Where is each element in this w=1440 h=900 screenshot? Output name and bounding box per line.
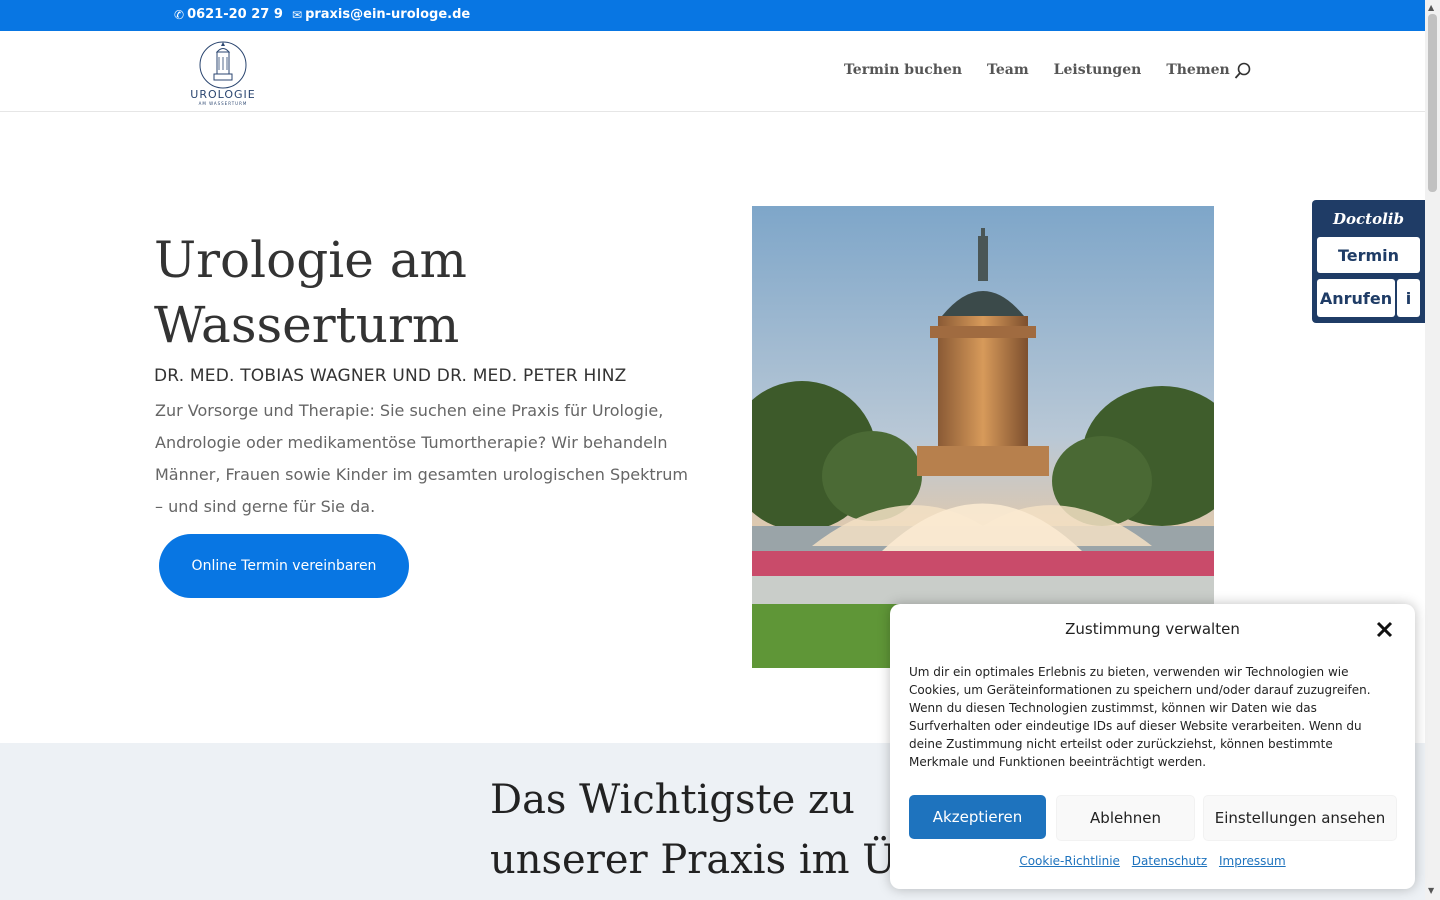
cookie-links: Cookie-Richtlinie Datenschutz Impressum: [890, 854, 1415, 868]
doctolib-info-button[interactable]: i: [1397, 279, 1420, 317]
deny-button[interactable]: Ablehnen: [1056, 795, 1195, 841]
doctolib-widget: Doctolib Termin Anrufen i: [1312, 200, 1425, 323]
site-logo[interactable]: UROLOGIE AM WASSERTURM: [188, 40, 258, 106]
water-tower-logo-icon: [199, 41, 247, 89]
accept-button[interactable]: Akzeptieren: [909, 795, 1046, 839]
section-title: Das Wichtigste zu unserer Praxis im Ü: [490, 777, 896, 883]
logo-text: UROLOGIE: [190, 88, 256, 101]
cookie-consent-dialog: Zustimmung verwalten Um dir ein optimale…: [890, 604, 1415, 889]
nav-team[interactable]: Team: [987, 62, 1029, 78]
cookie-policy-link[interactable]: Cookie-Richtlinie: [1019, 854, 1120, 868]
phone-number: 0621-20 27 9: [187, 7, 283, 22]
page-scrollbar[interactable]: ▲ ▼: [1425, 0, 1440, 900]
email-address: praxis@ein-urologe.de: [305, 7, 471, 22]
cookie-title: Zustimmung verwalten: [1065, 620, 1240, 638]
hero-title: Urologie am Wasserturm: [154, 231, 467, 354]
scroll-up-arrow-icon[interactable]: ▲: [1428, 3, 1434, 12]
site-header: UROLOGIE AM WASSERTURM Termin buchen Tea…: [0, 31, 1425, 112]
cookie-text: Um dir ein optimales Erlebnis zu bieten,…: [909, 665, 1371, 769]
water-tower-photo: [752, 206, 1214, 668]
doctolib-call-button[interactable]: Anrufen: [1317, 279, 1395, 317]
privacy-link[interactable]: Datenschutz: [1132, 854, 1207, 868]
imprint-link[interactable]: Impressum: [1219, 854, 1286, 868]
logo-subtext: AM WASSERTURM: [198, 101, 248, 106]
email-link[interactable]: ✉ praxis@ein-urologe.de: [292, 7, 470, 22]
mail-icon: ✉: [292, 7, 303, 22]
view-preferences-button[interactable]: Einstellungen ansehen: [1203, 795, 1397, 841]
close-icon[interactable]: [1376, 621, 1393, 638]
top-bar: ✆ 0621-20 27 9 ✉ praxis@ein-urologe.de: [0, 0, 1425, 31]
hero-subtitle: DR. MED. TOBIAS WAGNER UND DR. MED. PETE…: [154, 366, 627, 386]
scroll-thumb[interactable]: [1428, 14, 1437, 192]
scroll-down-arrow-icon[interactable]: ▼: [1428, 886, 1434, 895]
nav-termin-buchen[interactable]: Termin buchen: [844, 62, 962, 78]
phone-icon: ✆: [174, 7, 185, 22]
main-nav: Termin buchen Team Leistungen Themen: [844, 62, 1255, 78]
hero-text: Zur Vorsorge und Therapie: Sie suchen ei…: [155, 401, 688, 516]
search-icon[interactable]: [1234, 62, 1252, 80]
doctolib-logo: Doctolib: [1333, 210, 1404, 228]
doctolib-termin-button[interactable]: Termin: [1317, 237, 1420, 273]
nav-themen[interactable]: Themen: [1166, 62, 1229, 78]
nav-leistungen[interactable]: Leistungen: [1054, 62, 1142, 78]
online-termin-button[interactable]: Online Termin vereinbaren: [159, 534, 409, 598]
phone-link[interactable]: ✆ 0621-20 27 9: [174, 7, 283, 22]
